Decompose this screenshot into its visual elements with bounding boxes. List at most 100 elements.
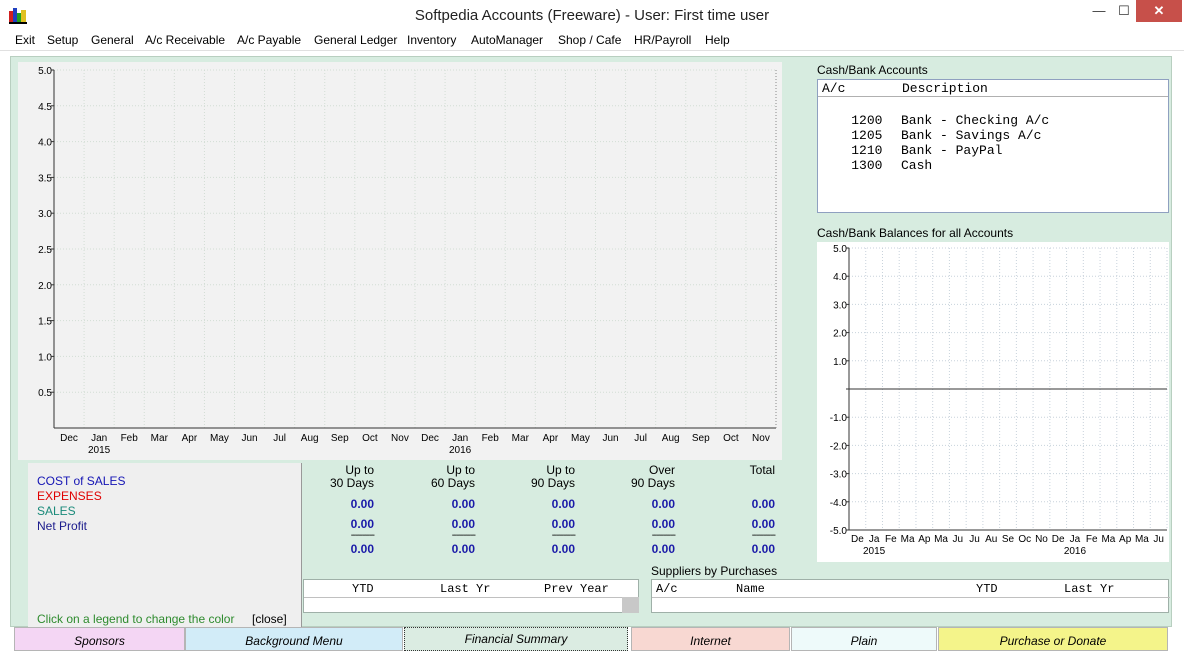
plain-button[interactable]: Plain (791, 627, 937, 651)
x-tick-label: Ma (1101, 534, 1115, 545)
menu-shop-cafe[interactable]: Shop / Cafe (558, 33, 621, 47)
window-title: Softpedia Accounts (Freeware) - User: Fi… (414, 7, 770, 24)
legend-close-link[interactable]: [close] (252, 612, 287, 626)
purchase-or-donate-button[interactable]: Purchase or Donate (938, 627, 1168, 651)
menu-general[interactable]: General (91, 33, 134, 47)
table-scrollbar[interactable] (622, 597, 639, 613)
account-number: 1300 (851, 158, 883, 173)
account-description: Bank - Checking A/c (901, 113, 1050, 128)
y-tick-label: 5.0 (38, 66, 52, 77)
aging-value: 0.00 (350, 517, 374, 531)
balances-chart-title: Cash/Bank Balances for all Accounts (817, 226, 1014, 240)
aging-header: Up to 60 Days (430, 463, 475, 490)
aging-value: 0.00 (451, 517, 475, 531)
x-tick-label: Se (1002, 534, 1015, 545)
menu-setup[interactable]: Setup (47, 33, 78, 47)
col-name: Name (736, 582, 765, 596)
x-tick-label: Ap (918, 534, 931, 545)
x-tick-label: Oct (723, 433, 739, 444)
x-tick-label: Mar (151, 433, 169, 444)
menu-ac-receivable[interactable]: A/c Receivable (145, 33, 225, 47)
x-tick-label: Mar (512, 433, 530, 444)
cash-bank-list[interactable]: A/c Description 1200 Bank - Checking A/c … (817, 79, 1169, 213)
x-tick-label: Oct (362, 433, 378, 444)
col-last-yr: Last Yr (440, 582, 491, 596)
financial-summary-button[interactable]: Financial Summary (404, 627, 628, 651)
legend-expenses[interactable]: EXPENSES (37, 489, 102, 503)
aging-value: 0.00 (451, 542, 475, 556)
y-tick-label: 0.5 (38, 388, 52, 399)
x-tick-label: Ma (934, 534, 948, 545)
y-tick-label: -4.0 (830, 498, 848, 509)
x-tick-label: Ma (901, 534, 915, 545)
year-label: 2016 (449, 445, 472, 456)
aging-summary: Up to 30 Days Up to 60 Days Up to 90 Days Over… (303, 463, 778, 578)
aging-value: 0.00 (451, 497, 475, 511)
menu-general-ledger[interactable]: General Ledger (314, 33, 397, 47)
y-tick-label: 5.0 (833, 244, 847, 255)
y-tick-label: 4.0 (38, 138, 52, 149)
x-tick-label: Ja (869, 534, 880, 545)
suppliers-table: A/c Name YTD Last Yr (651, 579, 1170, 613)
x-tick-label: Ju (969, 534, 980, 545)
x-tick-label: Jul (634, 433, 647, 444)
aging-value: 0.00 (651, 497, 675, 511)
col-prev-year: Prev Year (544, 582, 609, 596)
y-tick-label: -3.0 (830, 470, 848, 481)
bottom-strip (10, 651, 1172, 655)
col-ac: A/c (656, 582, 678, 596)
y-tick-label: -5.0 (830, 526, 848, 537)
x-tick-label: May (210, 433, 229, 444)
x-tick-label: Jun (241, 433, 257, 444)
aging-value: 0.00 (551, 517, 575, 531)
maximize-button[interactable]: ☐ (1112, 0, 1136, 22)
x-tick-label: Au (985, 534, 997, 545)
x-tick-label: Ja (1070, 534, 1081, 545)
x-tick-label: Fe (1086, 534, 1098, 545)
col-description: Description (902, 81, 988, 96)
account-description: Bank - Savings A/c (901, 128, 1042, 143)
balances-chart: 5.0 4.0 3.0 2.0 1.0 -1.0 -2.0 -3.0 -4.0 -5.0 De Ja F… (817, 242, 1169, 562)
internet-button[interactable]: Internet (631, 627, 790, 651)
x-tick-label: Ma (1135, 534, 1149, 545)
legend-net-profit[interactable]: Net Profit (37, 519, 87, 533)
year-label: 2015 (863, 546, 886, 557)
menu-hr-payroll[interactable]: HR/Payroll (634, 33, 691, 47)
y-tick-label: 3.0 (38, 209, 52, 220)
list-item[interactable]: 1300 Cash (820, 143, 932, 188)
col-ac: A/c (822, 81, 846, 96)
col-ytd: YTD (976, 582, 998, 596)
x-tick-label: Jan (452, 433, 468, 444)
aging-value: 0.00 (350, 542, 374, 556)
x-tick-label: Feb (121, 433, 139, 444)
menu-exit[interactable]: Exit (15, 33, 35, 47)
x-tick-label: Dec (421, 433, 439, 444)
menu-inventory[interactable]: Inventory (407, 33, 456, 47)
aging-separator: ---------- (551, 530, 576, 541)
aging-value: 0.00 (651, 542, 675, 556)
minimize-button[interactable]: — (1086, 0, 1112, 22)
x-tick-label: Apr (182, 433, 198, 444)
x-tick-label: Sep (331, 433, 349, 444)
y-tick-label: 4.0 (833, 272, 847, 283)
legend-sales[interactable]: SALES (37, 504, 76, 518)
menu-automanager[interactable]: AutoManager (471, 33, 543, 47)
x-tick-label: Jan (91, 433, 107, 444)
x-tick-label: Apr (543, 433, 559, 444)
y-tick-label: 1.0 (833, 357, 847, 368)
aging-header: Over 90 Days (630, 463, 675, 490)
x-tick-label: May (571, 433, 590, 444)
x-tick-label: Aug (662, 433, 680, 444)
legend-hint: Click on a legend to change the color (37, 612, 235, 626)
background-menu-button[interactable]: Background Menu (185, 627, 403, 651)
col-last-yr: Last Yr (1064, 582, 1115, 596)
menu-help[interactable]: Help (705, 33, 730, 47)
sponsors-button[interactable]: Sponsors (14, 627, 185, 651)
aging-value: 0.00 (751, 542, 775, 556)
aging-separator: ---------- (651, 530, 676, 541)
y-tick-label: 2.5 (38, 245, 52, 256)
aging-header: Total (749, 463, 775, 477)
menu-ac-payable[interactable]: A/c Payable (237, 33, 301, 47)
close-button[interactable]: ✕ (1136, 0, 1182, 22)
legend-cost-of-sales[interactable]: COST of SALES (37, 474, 125, 488)
